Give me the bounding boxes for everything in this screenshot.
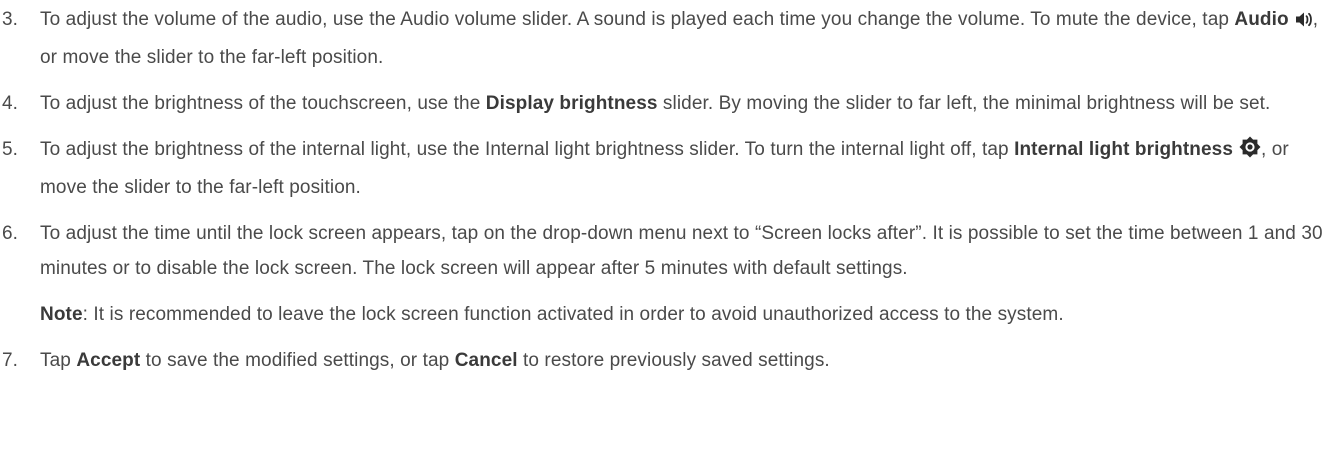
accept-label: Accept	[76, 350, 141, 371]
step-5: 5. To adjust the brightness of the inter…	[0, 132, 1327, 205]
step-text: Tap	[40, 350, 77, 371]
note: Note: It is recommended to leave the loc…	[0, 297, 1327, 332]
speaker-icon	[1295, 5, 1313, 40]
internal-light-brightness-label: Internal light brightness	[1014, 139, 1233, 160]
step-text: To adjust the brightness of the touchscr…	[40, 93, 486, 114]
step-4: 4. To adjust the brightness of the touch…	[0, 86, 1327, 121]
step-text: To adjust the brightness of the internal…	[40, 139, 1015, 160]
step-7: 7. Tap Accept to save the modified setti…	[0, 343, 1327, 378]
step-text-end: slider. By moving the slider to far left…	[657, 93, 1271, 114]
step-number: 3.	[2, 9, 19, 30]
step-number: 7.	[2, 350, 19, 371]
brightness-icon	[1239, 135, 1261, 170]
step-number: 6.	[2, 223, 19, 244]
cancel-label: Cancel	[454, 350, 518, 371]
step-text-end: to restore previously saved settings.	[517, 350, 830, 371]
note-label: Note	[40, 304, 83, 325]
instructions-list: 3. To adjust the volume of the audio, us…	[0, 2, 1327, 389]
step-number: 4.	[2, 93, 19, 114]
step-6: 6. To adjust the time until the lock scr…	[0, 216, 1327, 286]
note-text: : It is recommended to leave the lock sc…	[82, 304, 1064, 325]
step-text: To adjust the time until the lock screen…	[40, 223, 1323, 279]
step-3: 3. To adjust the volume of the audio, us…	[0, 2, 1327, 75]
step-number: 5.	[2, 139, 19, 160]
audio-label: Audio	[1234, 9, 1289, 30]
display-brightness-label: Display brightness	[485, 93, 658, 114]
step-text-mid: to save the modified settings, or tap	[140, 350, 455, 371]
step-text: To adjust the volume of the audio, use t…	[40, 9, 1235, 30]
